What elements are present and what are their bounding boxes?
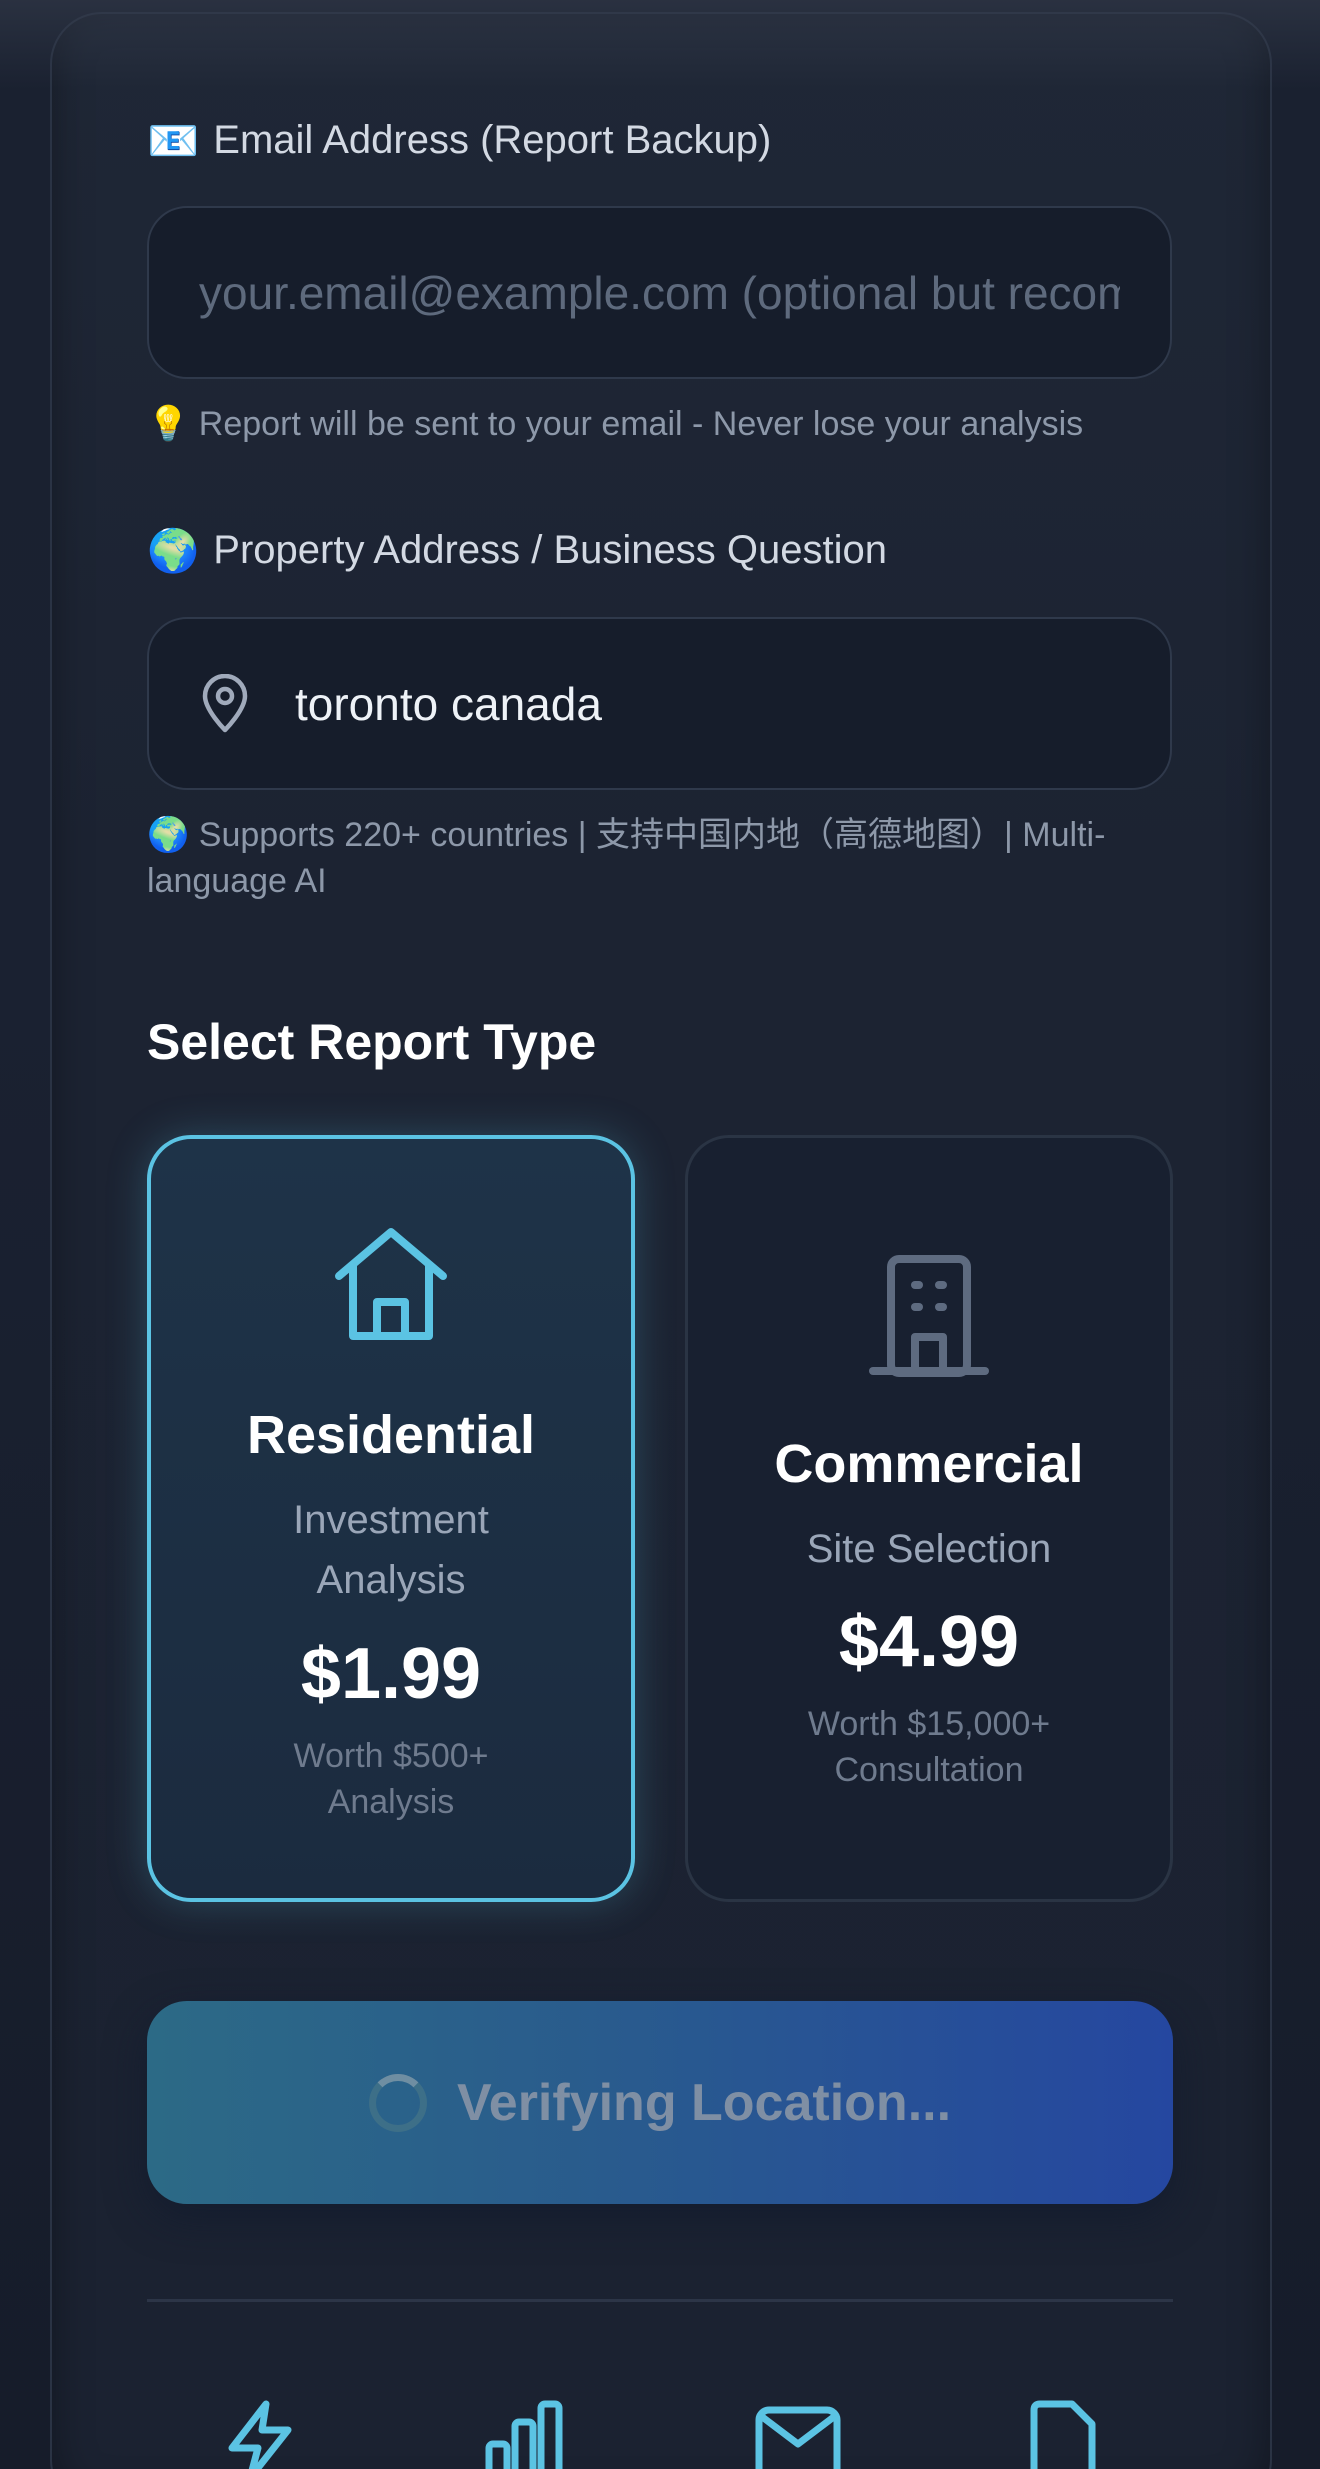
report-option-residential[interactable]: Residential Investment Analysis $1.99 Wo… [147,1135,635,1902]
globe-icon: 🌍 [147,526,200,574]
email-emoji-icon: 📧 [147,116,200,164]
residential-subtitle-line2: Analysis [316,1558,466,1602]
residential-subtitle: Investment Analysis [151,1490,631,1610]
building-icon [869,1253,989,1382]
submit-button[interactable]: Verifying Location... [147,2001,1173,2204]
commercial-worth-line1: Worth $15,000+ [807,1705,1051,1743]
commercial-title: Commercial [774,1434,1084,1494]
residential-worth: Worth $500+ Analysis [151,1733,631,1825]
page: 📧 Email Address (Report Backup) 💡 Report… [0,0,1320,2469]
commercial-worth-line2: Consultation [834,1751,1024,1789]
address-hint-line1: 🌍 Supports 220+ countries | 支持中国内地（高德地图）… [147,816,1106,854]
map-pin-icon [199,673,251,734]
commercial-price: $4.99 [838,1602,1020,1682]
report-option-commercial[interactable]: Commercial Site Selection $4.99 Worth $1… [685,1135,1173,1902]
document-icon [1028,2400,1098,2469]
mail-icon [755,2400,841,2469]
lightbulb-icon: 💡 [147,405,190,443]
residential-subtitle-line1: Investment [293,1498,489,1542]
address-label-text: Property Address / Business Question [213,528,887,572]
email-field[interactable] [199,265,1120,320]
address-label: 🌍 Property Address / Business Question [147,528,887,573]
report-type-title: Select Report Type [147,1014,597,1070]
residential-title: Residential [246,1405,536,1465]
address-hint-line2: language AI [147,862,327,900]
residential-worth-line1: Worth $500+ [293,1737,489,1775]
address-field-container [147,617,1172,790]
email-field-container [147,206,1172,379]
email-label-text: Email Address (Report Backup) [213,118,772,162]
lightning-icon [220,2400,300,2469]
house-icon [331,1224,451,1349]
divider [147,2299,1173,2302]
address-hint: 🌍 Supports 220+ countries | 支持中国内地（高德地图）… [147,812,1187,904]
submit-button-label: Verifying Location... [456,2073,952,2132]
residential-price: $1.99 [300,1634,482,1714]
email-hint-text: Report will be sent to your email - Neve… [198,405,1084,443]
email-label: 📧 Email Address (Report Backup) [147,118,771,163]
loading-spinner-icon [368,2073,427,2132]
commercial-subtitle: Site Selection [806,1527,1052,1571]
residential-worth-line2: Analysis [327,1783,455,1821]
commercial-worth: Worth $15,000+ Consultation [688,1701,1170,1793]
bar-chart-icon [485,2400,565,2469]
address-input[interactable] [295,676,1170,731]
email-hint: 💡 Report will be sent to your email - Ne… [147,401,1083,447]
